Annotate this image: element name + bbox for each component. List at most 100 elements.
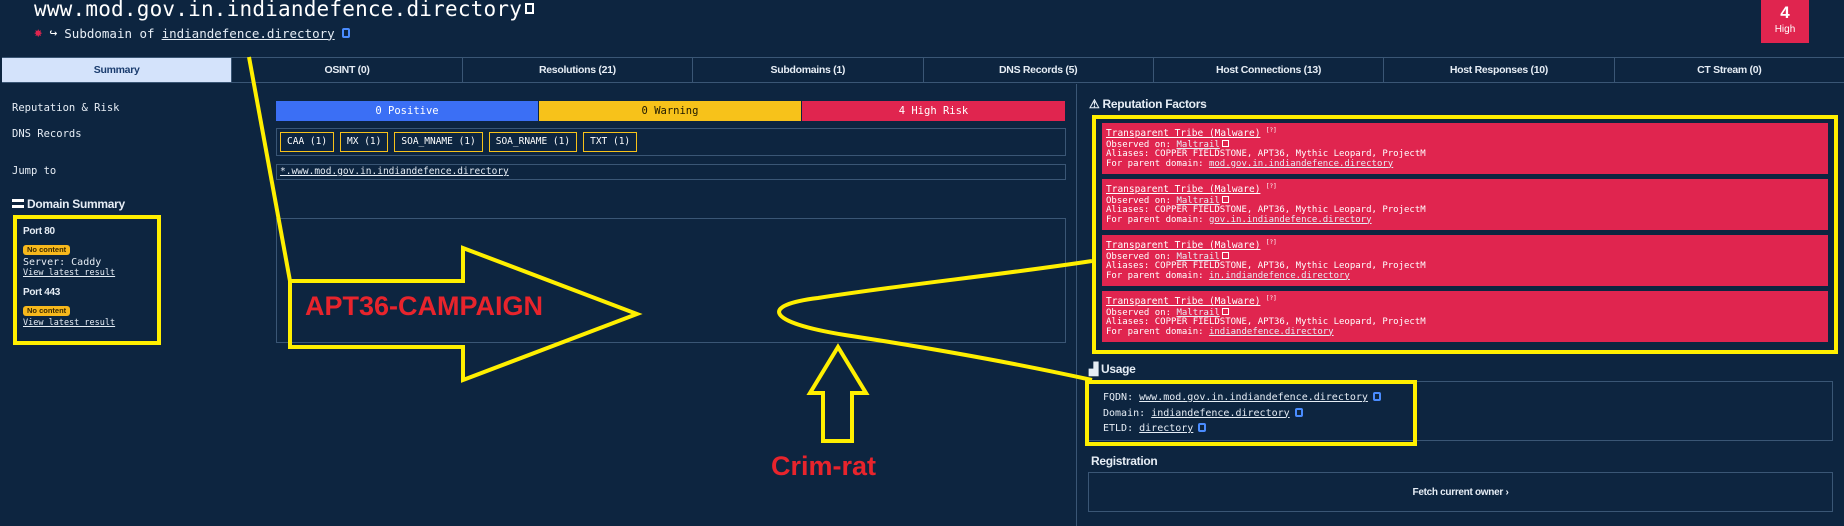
warning-count-pill[interactable]: 0 Warning [539,101,801,121]
annotation-crim-label: Crim-rat [771,451,877,481]
fetch-current-owner-button[interactable]: Fetch current owner › [1413,487,1509,498]
domain-link[interactable]: indiandefence.directory [1151,408,1289,419]
external-link-icon[interactable] [1221,251,1229,259]
domain-summary-title: Domain Summary [12,197,125,211]
domain-title-text: www.mod.gov.in.indiandefence.directory [34,0,523,21]
fqdn-label: FQDN: [1103,392,1134,403]
domain-summary-title-text: Domain Summary [27,197,125,211]
view-latest-result-link[interactable]: View latest result [23,318,151,328]
server-info: Server: Caddy [23,257,102,268]
column-divider [1076,84,1077,526]
copy-icon[interactable] [1372,392,1381,401]
dns-records-chips: CAA (1) MX (1) SOA_MNAME (1) SOA_RNAME (… [276,128,1066,156]
tab-resolutions[interactable]: Resolutions (21) [461,58,692,82]
help-icon[interactable]: [?] [1266,295,1277,302]
jump-path-link[interactable]: *.www.mod.gov.in.indiandefence.directory [280,166,509,177]
usage-box: FQDN: www.mod.gov.in.indiandefence.direc… [1085,380,1417,446]
fqdn-link[interactable]: www.mod.gov.in.indiandefence.directory [1139,392,1368,403]
observed-source-link[interactable]: Maltrail [1176,196,1219,206]
observed-source-link[interactable]: Maltrail [1176,252,1219,262]
subdomain-prefix: Subdomain of [64,25,155,41]
domain-label: Domain: [1103,407,1146,419]
view-latest-result-link[interactable]: View latest result [23,268,151,278]
parent-domain-link[interactable]: indiandefence.directory [1209,327,1334,337]
threat-name-link[interactable]: Transparent Tribe (Malware) [1106,240,1260,251]
help-icon[interactable]: [?] [1266,183,1277,190]
reputation-factors-box: Transparent Tribe (Malware) [?] Observed… [1092,115,1838,354]
tab-subdomains[interactable]: Subdomains (1) [692,58,922,82]
parent-domain-link[interactable]: indiandefence.directory [162,26,335,41]
fetch-owner-label: Fetch current owner [1412,487,1504,498]
copy-icon[interactable] [1294,407,1303,417]
copy-icon[interactable] [341,28,350,38]
no-content-badge: No content [23,245,71,255]
dns-chip-mx[interactable]: MX (1) [340,132,389,152]
gear-icon: ✸ [34,25,43,41]
help-icon[interactable]: [?] [1266,239,1277,246]
chart-icon: ▟ [1089,362,1098,376]
port-title: Port 443 [23,287,61,298]
no-content-badge: No content [23,306,71,316]
external-link-icon[interactable] [1221,139,1229,147]
reputation-factors-title: ⚠ Reputation Factors [1089,97,1207,111]
subdomain-info: ✸ ↪ Subdomain of indiandefence.directory [34,25,350,41]
observed-label: Observed on: [1106,251,1172,262]
threat-name-link[interactable]: Transparent Tribe (Malware) [1106,296,1260,307]
parent-domain-label: For parent domain: [1106,326,1204,337]
tab-dns-records[interactable]: DNS Records (5) [922,58,1153,82]
parent-domain-link[interactable]: in.indiandefence.directory [1209,271,1350,281]
risk-badge: 4 High [1761,0,1809,43]
parent-domain-label: For parent domain: [1106,270,1204,281]
tab-host-connections[interactable]: Host Connections (13) [1152,58,1383,82]
etld-link[interactable]: directory [1139,423,1193,434]
usage-title-text: Usage [1100,362,1136,376]
risk-label: High [1774,24,1796,35]
parent-domain-label: For parent domain: [1106,158,1204,169]
dns-chip-txt[interactable]: TXT (1) [583,132,638,152]
positive-count-pill[interactable]: 0 Positive [276,101,538,121]
observed-source-link[interactable]: Maltrail [1176,308,1219,318]
tab-bar: Summary OSINT (0) Resolutions (21) Subdo… [2,57,1844,83]
annotation-up-arrow [806,343,870,443]
tab-osint[interactable]: OSINT (0) [231,58,461,82]
parent-domain-link[interactable]: mod.gov.in.indiandefence.directory [1209,159,1393,169]
warning-icon: ⚠ [1089,97,1100,111]
threat-name-link[interactable]: Transparent Tribe (Malware) [1106,184,1260,195]
copy-icon[interactable] [525,3,535,14]
threat-name-link[interactable]: Transparent Tribe (Malware) [1106,128,1260,139]
server-icon [12,199,24,208]
reputation-card: Transparent Tribe (Malware) [?] Observed… [1102,179,1828,230]
external-link-icon[interactable] [1221,195,1229,203]
annotation-campaign-label: APT36-CAMPAIGN [305,291,544,321]
tab-summary[interactable]: Summary [2,58,232,82]
jump-to-path: *.www.mod.gov.in.indiandefence.directory [276,164,1066,180]
parent-domain-link[interactable]: gov.in.indiandefence.directory [1209,215,1372,225]
domain-summary-panel [276,218,1066,343]
high-risk-count-pill[interactable]: 4 High Risk [802,101,1065,121]
copy-icon[interactable] [1198,423,1207,432]
tab-host-responses[interactable]: Host Responses (10) [1383,58,1613,82]
subdomain-arrow-icon: ↪ [49,25,58,41]
dns-chip-soa-mname[interactable]: SOA_MNAME (1) [394,132,483,152]
registration-title: Registration [1091,454,1158,468]
reputation-factors-title-text: Reputation Factors [1102,97,1207,111]
observed-label: Observed on: [1106,139,1172,150]
risk-count: 4 [1780,3,1790,22]
dns-records-label: DNS Records [12,128,82,140]
reputation-card: Transparent Tribe (Malware) [?] Observed… [1102,235,1828,286]
tab-ct-stream[interactable]: CT Stream (0) [1613,58,1844,82]
dns-chip-soa-rname[interactable]: SOA_RNAME (1) [488,132,578,152]
port-title: Port 80 [23,226,55,237]
external-link-icon[interactable] [1221,307,1229,315]
parent-domain-label: For parent domain: [1106,214,1204,225]
observed-label: Observed on: [1106,195,1172,206]
help-icon[interactable]: [?] [1266,127,1277,134]
registration-panel: Fetch current owner › [1088,472,1833,512]
dns-chip-caa[interactable]: CAA (1) [280,132,335,152]
domain-summary-box: Port 80 No content Server: Caddy View la… [13,215,161,345]
reputation-risk-label: Reputation & Risk [12,102,120,114]
observed-source-link[interactable]: Maltrail [1176,140,1219,150]
reputation-card: Transparent Tribe (Malware) [?] Observed… [1102,123,1828,174]
chevron-right-icon: › [1505,487,1509,498]
reputation-card: Transparent Tribe (Malware) [?] Observed… [1102,291,1828,342]
